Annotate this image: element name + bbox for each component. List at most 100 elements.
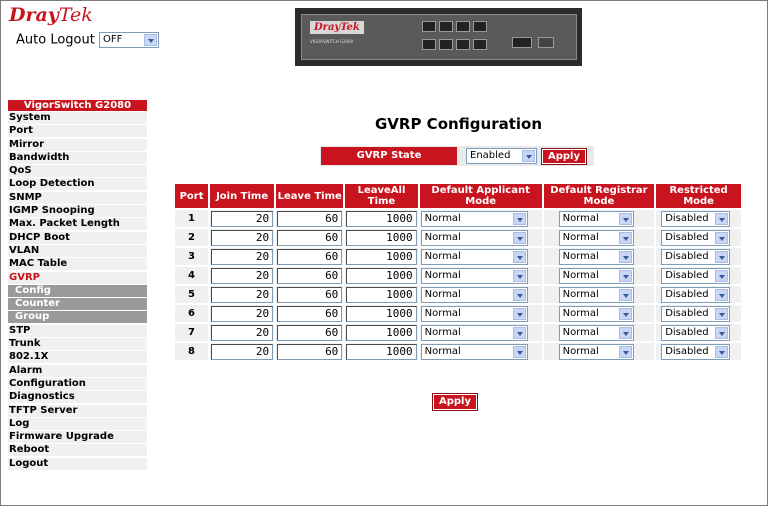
leave-time-input[interactable]: 60 <box>277 343 343 360</box>
registrar-mode-select[interactable]: Normal <box>558 248 634 265</box>
registrar-mode-value: Normal <box>562 269 599 281</box>
restricted-mode-select[interactable]: Disabled <box>661 305 731 322</box>
leaveall-time-input[interactable]: 1000 <box>346 286 417 303</box>
table-row: 5 20 60 1000 Normal Normal Disabled <box>175 286 741 303</box>
leave-time-input[interactable]: 60 <box>277 229 343 246</box>
join-time-input[interactable]: 20 <box>211 210 274 227</box>
applicant-mode-select[interactable]: Normal <box>420 229 528 246</box>
registrar-mode-select[interactable]: Normal <box>558 210 634 227</box>
registrar-mode-select[interactable]: Normal <box>558 324 634 341</box>
applicant-mode-select[interactable]: Normal <box>420 324 528 341</box>
sfp-port-icon <box>538 37 554 48</box>
sidebar-subitem-group[interactable]: Group <box>8 311 147 324</box>
leave-time-input[interactable]: 60 <box>277 286 343 303</box>
sidebar-item-dhcp-boot[interactable]: DHCP Boot <box>8 231 147 244</box>
applicant-mode-value: Normal <box>424 326 461 338</box>
join-time-input[interactable]: 20 <box>211 324 274 341</box>
leaveall-time-input[interactable]: 1000 <box>346 305 417 322</box>
leave-time-input[interactable]: 60 <box>277 324 343 341</box>
restricted-mode-select[interactable]: Disabled <box>661 248 731 265</box>
restricted-mode-select[interactable]: Disabled <box>661 267 731 284</box>
restricted-mode-select[interactable]: Disabled <box>661 343 731 360</box>
leaveall-time-input[interactable]: 1000 <box>346 343 417 360</box>
sidebar-subitem-config[interactable]: Config <box>8 284 147 297</box>
registrar-mode-cell: Normal <box>543 229 655 246</box>
sidebar-item-port[interactable]: Port <box>8 125 147 138</box>
join-time-input[interactable]: 20 <box>211 305 274 322</box>
leaveall-time-input[interactable]: 1000 <box>346 324 417 341</box>
sidebar-item-loop-detection[interactable]: Loop Detection <box>8 178 147 191</box>
gvrp-state-apply-button[interactable]: Apply <box>541 148 587 165</box>
leave-time-input[interactable]: 60 <box>277 305 343 322</box>
sidebar-item-mirror[interactable]: Mirror <box>8 138 147 151</box>
sidebar-item-vlan[interactable]: VLAN <box>8 244 147 257</box>
apply-button[interactable]: Apply <box>432 393 478 411</box>
sidebar-item-snmp[interactable]: SNMP <box>8 191 147 204</box>
leave-time-input[interactable]: 60 <box>277 210 343 227</box>
sidebar-item-alarm[interactable]: Alarm <box>8 364 147 377</box>
applicant-mode-select[interactable]: Normal <box>420 248 528 265</box>
sidebar-item-gvrp[interactable]: GVRP <box>8 271 147 284</box>
sidebar-item-bandwidth[interactable]: Bandwidth <box>8 151 147 164</box>
gvrp-state-select[interactable]: Enabled <box>466 148 537 164</box>
chevron-down-icon <box>512 307 526 320</box>
applicant-mode-select[interactable]: Normal <box>420 343 528 360</box>
sidebar-item-firmware-upgrade[interactable]: Firmware Upgrade <box>8 431 147 444</box>
restricted-mode-value: Disabled <box>665 231 709 243</box>
sidebar-item-system[interactable]: System <box>8 112 147 124</box>
sidebar-item-igmp-snooping[interactable]: IGMP Snooping <box>8 205 147 218</box>
applicant-mode-cell: Normal <box>419 305 542 322</box>
leave-time-input[interactable]: 60 <box>277 267 343 284</box>
join-time-input[interactable]: 20 <box>211 267 274 284</box>
sidebar-item-tftp-server[interactable]: TFTP Server <box>8 404 147 417</box>
join-time-input[interactable]: 20 <box>211 343 274 360</box>
leave-time-cell: 60 <box>276 267 344 284</box>
registrar-mode-select[interactable]: Normal <box>558 229 634 246</box>
registrar-mode-select[interactable]: Normal <box>558 286 634 303</box>
sidebar-item-8021x[interactable]: 802.1X <box>8 351 147 364</box>
table-row: 1 20 60 1000 Normal Normal Disabled <box>175 210 741 227</box>
restricted-mode-select[interactable]: Disabled <box>661 324 731 341</box>
join-time-input[interactable]: 20 <box>211 229 274 246</box>
applicant-mode-select[interactable]: Normal <box>420 286 528 303</box>
sidebar-item-trunk[interactable]: Trunk <box>8 338 147 351</box>
registrar-mode-value: Normal <box>562 212 599 224</box>
leave-time-input[interactable]: 60 <box>277 248 343 265</box>
restricted-mode-cell: Disabled <box>656 343 741 360</box>
sidebar-item-max-packet-length[interactable]: Max. Packet Length <box>8 218 147 231</box>
device-logo: DrayTek <box>310 21 364 34</box>
auto-logout-value: OFF <box>102 34 123 45</box>
auto-logout-select[interactable]: OFF <box>98 32 159 48</box>
logo-text-a: Dray <box>9 4 59 26</box>
join-time-input[interactable]: 20 <box>211 286 274 303</box>
sidebar-item-log[interactable]: Log <box>8 417 147 430</box>
sidebar-item-mac-table[interactable]: MAC Table <box>8 258 147 271</box>
applicant-mode-select[interactable]: Normal <box>420 267 528 284</box>
leaveall-time-input[interactable]: 1000 <box>346 210 417 227</box>
join-time-input[interactable]: 20 <box>211 248 274 265</box>
sidebar-item-logout[interactable]: Logout <box>8 457 147 470</box>
fiber-port-icon <box>512 37 532 48</box>
leaveall-time-input[interactable]: 1000 <box>346 229 417 246</box>
applicant-mode-select[interactable]: Normal <box>420 210 528 227</box>
leaveall-time-input[interactable]: 1000 <box>346 248 417 265</box>
restricted-mode-select[interactable]: Disabled <box>661 229 731 246</box>
applicant-mode-select[interactable]: Normal <box>420 305 528 322</box>
sidebar-item-reboot[interactable]: Reboot <box>8 444 147 457</box>
registrar-mode-select[interactable]: Normal <box>558 267 634 284</box>
sidebar-item-configuration[interactable]: Configuration <box>8 377 147 390</box>
header-restricted-mode: Restricted Mode <box>656 184 741 208</box>
port-icon <box>439 39 453 50</box>
sidebar-item-qos[interactable]: QoS <box>8 165 147 178</box>
restricted-mode-select[interactable]: Disabled <box>661 210 731 227</box>
sidebar-item-diagnostics[interactable]: Diagnostics <box>8 391 147 404</box>
registrar-mode-select[interactable]: Normal <box>558 343 634 360</box>
sidebar-subitem-counter[interactable]: Counter <box>8 298 147 311</box>
registrar-mode-select[interactable]: Normal <box>558 305 634 322</box>
restricted-mode-cell: Disabled <box>656 267 741 284</box>
sidebar-menu: VigorSwitch G2080 System Port Mirror Ban… <box>8 100 147 471</box>
leaveall-time-input[interactable]: 1000 <box>346 267 417 284</box>
table-row: 3 20 60 1000 Normal Normal Disabled <box>175 248 741 265</box>
sidebar-item-stp[interactable]: STP <box>8 324 147 337</box>
restricted-mode-select[interactable]: Disabled <box>661 286 731 303</box>
